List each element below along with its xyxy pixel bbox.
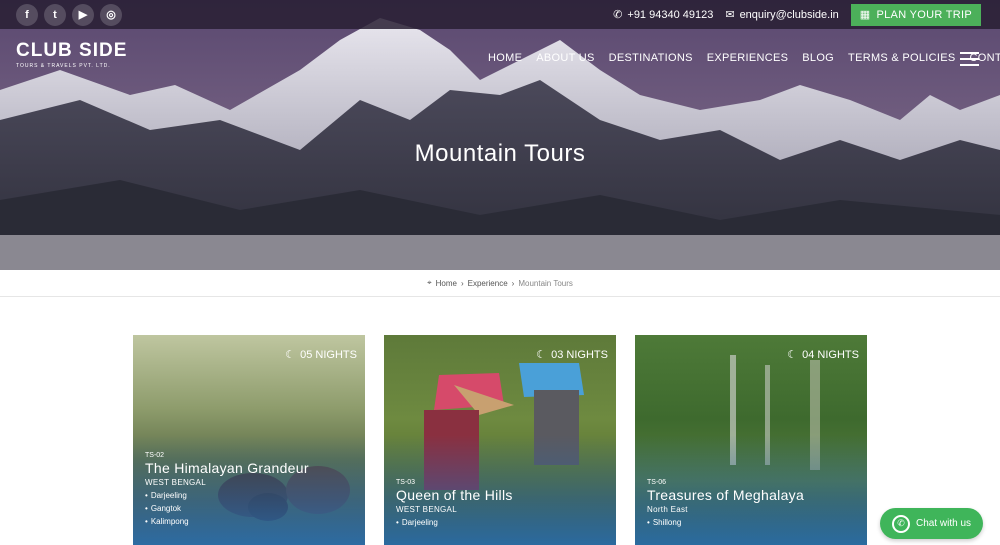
tour-title[interactable]: Treasures of Meghalaya xyxy=(647,487,804,503)
whatsapp-icon: ✆ xyxy=(891,514,910,533)
nights-count: 03 NIGHTS xyxy=(551,348,608,361)
phone-number: +91 94340 49123 xyxy=(627,8,714,21)
location-pin-icon: ⌖ xyxy=(427,278,432,287)
nav-experiences[interactable]: EXPERIENCES xyxy=(707,52,789,64)
tour-card[interactable]: ☾ 03 NIGHTS TS-03 Queen of the Hills WES… xyxy=(384,335,616,545)
nav-terms-policies[interactable]: TERMS & POLICIES xyxy=(848,52,956,64)
place-item: Darjeeling xyxy=(396,516,513,529)
nav-destinations[interactable]: DESTINATIONS xyxy=(609,52,693,64)
place-item: Shillong xyxy=(647,516,804,529)
breadcrumb-experience[interactable]: Experience xyxy=(468,279,508,288)
hamburger-menu-icon[interactable] xyxy=(960,52,979,66)
breadcrumb-separator: › xyxy=(511,278,515,288)
main-nav: HOME ABOUT US DESTINATIONS EXPERIENCES B… xyxy=(488,52,1000,64)
logo-tagline: TOURS & TRAVELS PVT. LTD. xyxy=(16,63,111,69)
nights-badge: ☾ 04 NIGHTS xyxy=(787,348,859,362)
tour-code: TS-06 xyxy=(647,479,667,486)
tour-card[interactable]: ☾ 05 NIGHTS TS-02 The Himalayan Grandeur… xyxy=(133,335,365,545)
place-item: Gangtok xyxy=(145,502,309,515)
tour-info: TS-06 Treasures of Meghalaya North East … xyxy=(647,479,804,529)
nights-badge: ☾ 03 NIGHTS xyxy=(536,348,608,362)
breadcrumb-separator: › xyxy=(460,278,464,288)
moon-icon: ☾ xyxy=(285,349,296,361)
email-contact[interactable]: ✉ enquiry@clubside.in xyxy=(725,8,839,22)
tour-places: Shillong xyxy=(647,516,804,529)
nav-home[interactable]: HOME xyxy=(488,52,522,64)
moon-icon: ☾ xyxy=(787,349,798,361)
top-bar: f t ▶ ◎ ✆ +91 94340 49123 ✉ enquiry@club… xyxy=(0,0,1000,29)
page-title: Mountain Tours xyxy=(414,140,586,167)
nights-count: 04 NIGHTS xyxy=(802,348,859,361)
nav-blog[interactable]: BLOG xyxy=(802,52,834,64)
tour-card[interactable]: ☾ 04 NIGHTS TS-06 Treasures of Meghalaya… xyxy=(635,335,867,545)
plan-your-trip-label: PLAN YOUR TRIP xyxy=(876,8,972,21)
calendar-icon: ▦ xyxy=(859,9,871,21)
nav-about-us[interactable]: ABOUT US xyxy=(536,52,594,64)
phone-icon: ✆ xyxy=(613,9,623,21)
nights-badge: ☾ 05 NIGHTS xyxy=(285,348,357,362)
nights-count: 05 NIGHTS xyxy=(300,348,357,361)
twitter-icon[interactable]: t xyxy=(44,3,66,26)
chat-label: Chat with us xyxy=(915,518,972,529)
tour-title[interactable]: The Himalayan Grandeur xyxy=(145,460,309,476)
breadcrumb: ⌖ Home › Experience › Mountain Tours xyxy=(0,270,1000,297)
mountain-illustration xyxy=(0,0,1000,270)
tour-places: Darjeeling Gangtok Kalimpong xyxy=(145,489,309,528)
phone-contact[interactable]: ✆ +91 94340 49123 xyxy=(613,8,714,22)
site-logo[interactable]: CLUB SIDE TOURS & TRAVELS PVT. LTD. xyxy=(16,40,127,69)
tour-title[interactable]: Queen of the Hills xyxy=(396,487,513,503)
tour-region: North East xyxy=(647,505,688,514)
top-bar-right: ✆ +91 94340 49123 ✉ enquiry@clubside.in … xyxy=(613,0,1000,29)
social-links: f t ▶ ◎ xyxy=(16,3,122,26)
tour-places: Darjeeling xyxy=(396,516,513,529)
tour-code: TS-03 xyxy=(396,479,416,486)
facebook-icon[interactable]: f xyxy=(16,3,38,26)
tour-info: TS-03 Queen of the Hills WEST BENGAL Dar… xyxy=(396,479,513,529)
mail-icon: ✉ xyxy=(725,9,735,21)
place-item: Darjeeling xyxy=(145,489,309,502)
breadcrumb-home[interactable]: Home xyxy=(436,279,457,288)
instagram-icon[interactable]: ◎ xyxy=(100,3,122,26)
email-address: enquiry@clubside.in xyxy=(739,8,839,21)
plan-your-trip-button[interactable]: ▦ PLAN YOUR TRIP xyxy=(850,3,981,26)
tour-info: TS-02 The Himalayan Grandeur WEST BENGAL… xyxy=(145,452,309,528)
hero-banner xyxy=(0,0,1000,270)
tour-code: TS-02 xyxy=(145,452,165,459)
tour-region: WEST BENGAL xyxy=(396,505,457,514)
youtube-icon[interactable]: ▶ xyxy=(72,3,94,26)
tour-region: WEST BENGAL xyxy=(145,478,206,487)
logo-name: CLUB SIDE xyxy=(16,40,128,61)
place-item: Kalimpong xyxy=(145,515,309,528)
chat-button[interactable]: ✆ Chat with us xyxy=(880,508,983,539)
moon-icon: ☾ xyxy=(536,349,547,361)
breadcrumb-current: Mountain Tours xyxy=(518,278,573,288)
